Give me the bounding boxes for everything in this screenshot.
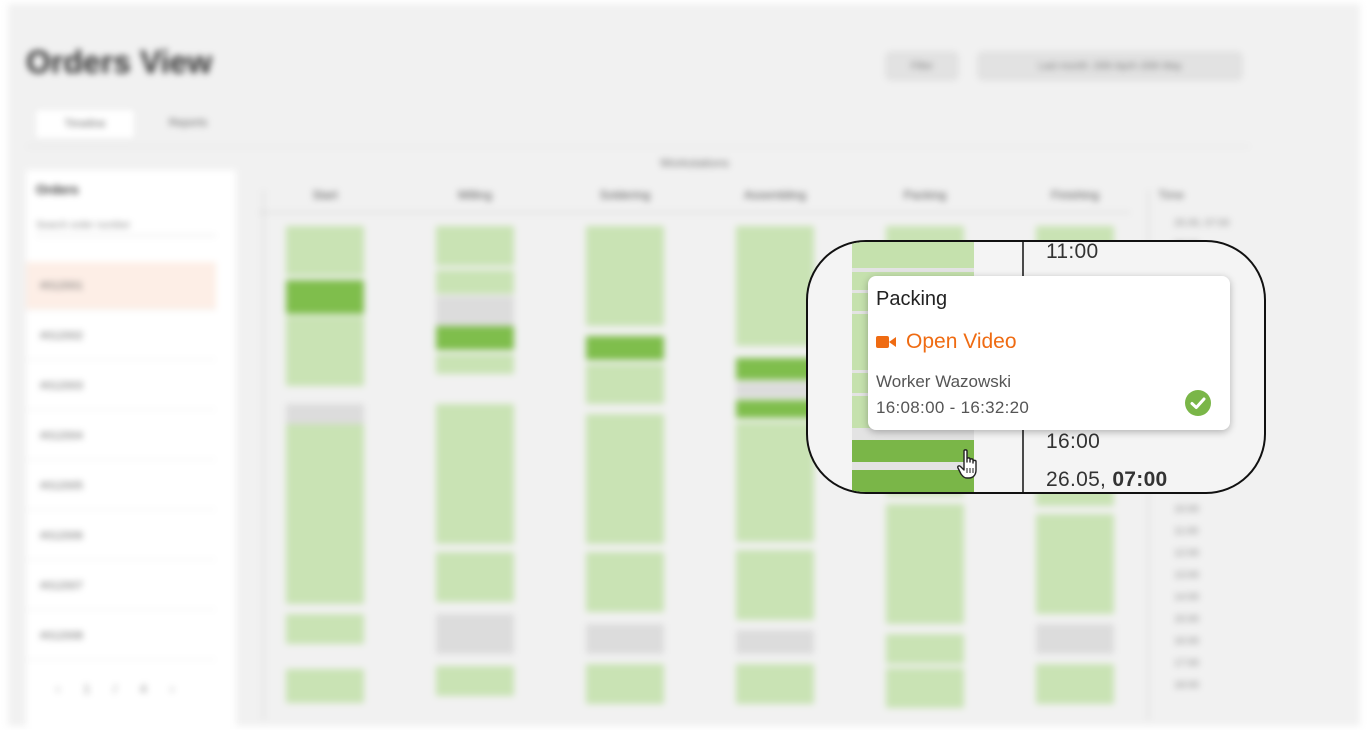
order-row[interactable]: #012003 bbox=[26, 362, 216, 410]
date-label: 26.05, bbox=[1046, 468, 1107, 491]
order-row[interactable]: #012001 bbox=[26, 262, 216, 310]
timeline-block[interactable] bbox=[436, 666, 514, 696]
timeline-block[interactable] bbox=[586, 414, 664, 544]
time-tick: 13:00 bbox=[1174, 570, 1200, 581]
timeline-block[interactable] bbox=[436, 552, 514, 602]
timeline-block[interactable] bbox=[286, 280, 364, 314]
timeline-block[interactable] bbox=[586, 226, 664, 326]
column-header-packing: Packing bbox=[903, 188, 947, 202]
timeline-block[interactable] bbox=[886, 668, 964, 708]
order-row[interactable]: #012004 bbox=[26, 412, 216, 460]
column-header-finishing: Finishing bbox=[1050, 188, 1100, 202]
time-label: 11:00 bbox=[1046, 240, 1099, 263]
timeline-block[interactable] bbox=[436, 354, 514, 374]
column-header-soldering: Soldering bbox=[599, 188, 651, 202]
timeline-block[interactable] bbox=[736, 226, 814, 346]
tab-reports[interactable]: Reports bbox=[148, 108, 228, 138]
order-row[interactable]: #012008 bbox=[26, 612, 216, 660]
timeline-block[interactable] bbox=[886, 634, 964, 664]
task-tooltip: Packing Open Video Worker Wazowski 16:08… bbox=[868, 276, 1230, 430]
timeline-block[interactable] bbox=[586, 364, 664, 404]
orders-pagination[interactable]: ‹ 1 / 4 › bbox=[56, 682, 174, 696]
order-row[interactable]: #012007 bbox=[26, 562, 216, 610]
hand-pointer-icon bbox=[957, 449, 977, 479]
timeline-block[interactable] bbox=[1036, 624, 1114, 654]
column-header-start: Start bbox=[312, 188, 338, 202]
timeline-block[interactable] bbox=[286, 544, 364, 604]
order-search-input[interactable]: Search order number bbox=[36, 220, 216, 236]
column-header-assembling: Assembling bbox=[743, 188, 807, 202]
timeline-block[interactable] bbox=[286, 316, 364, 386]
timeline-block[interactable] bbox=[436, 270, 514, 294]
orders-title: Orders bbox=[36, 182, 79, 197]
timeline-block[interactable] bbox=[286, 614, 364, 644]
timeline-block[interactable] bbox=[886, 504, 964, 624]
time-tick: 18:00 bbox=[1174, 680, 1200, 691]
page-title: Orders View bbox=[26, 44, 213, 80]
order-row[interactable]: #012005 bbox=[26, 462, 216, 510]
timeline-block[interactable] bbox=[736, 630, 814, 654]
timeline-block[interactable] bbox=[286, 669, 364, 703]
time-tick: 16:00 bbox=[1174, 636, 1200, 647]
timeline-block[interactable] bbox=[736, 358, 814, 380]
tab-divider bbox=[26, 146, 1250, 147]
timeline-left-border bbox=[263, 190, 264, 720]
time-label: 07:00 bbox=[1112, 468, 1168, 491]
time-tick: 12:00 bbox=[1174, 548, 1200, 559]
timeline-block[interactable] bbox=[286, 424, 364, 544]
time-tick: 17:00 bbox=[1174, 658, 1200, 669]
timeline-block[interactable] bbox=[286, 404, 364, 424]
timeline-block[interactable] bbox=[736, 664, 814, 704]
tooltip-title: Packing bbox=[876, 288, 948, 310]
time-tick: 10:00 bbox=[1174, 504, 1200, 515]
time-tick: 15:00 bbox=[1174, 614, 1200, 625]
video-camera-icon bbox=[876, 336, 896, 348]
order-row[interactable]: #012002 bbox=[26, 312, 216, 360]
timeline-block[interactable] bbox=[586, 336, 664, 360]
timeline-block[interactable] bbox=[1036, 664, 1114, 704]
timeline-block[interactable] bbox=[586, 552, 664, 612]
filter-button[interactable]: Filter bbox=[886, 52, 958, 80]
workstations-label: Workstations bbox=[660, 156, 730, 170]
timeline-block[interactable] bbox=[436, 614, 514, 654]
timeline-block[interactable] bbox=[736, 400, 814, 418]
time-header: Time bbox=[1158, 188, 1185, 202]
timeline-block[interactable] bbox=[586, 664, 664, 704]
column-header-milling: Milling bbox=[457, 188, 492, 202]
time-tick: 14:00 bbox=[1174, 592, 1200, 603]
timeline-block[interactable] bbox=[586, 624, 664, 654]
worker-name: Worker Wazowski bbox=[876, 372, 1012, 391]
zoom-callout: 11:00 16:00 26.05, 07:00 Packing Open Vi… bbox=[806, 240, 1266, 494]
timeline-block[interactable] bbox=[436, 226, 514, 266]
timeline-block[interactable] bbox=[736, 550, 814, 620]
tab-timeline[interactable]: Timeline bbox=[34, 108, 136, 140]
time-range: 16:08:00 - 16:32:20 bbox=[876, 398, 1030, 417]
timeline-block[interactable] bbox=[736, 422, 814, 542]
orders-panel: Orders Search order number #012001 #0120… bbox=[26, 170, 236, 726]
timeline-bar[interactable] bbox=[852, 242, 974, 268]
timeline-block[interactable] bbox=[436, 296, 514, 326]
date-range-select[interactable]: Last month: 26th April–26th May bbox=[978, 52, 1242, 80]
timeline-block[interactable] bbox=[436, 404, 514, 544]
time-tick: 11:00 bbox=[1174, 526, 1199, 537]
timeline-block[interactable] bbox=[736, 382, 814, 398]
time-tick: 25.05, 07:00 bbox=[1174, 218, 1230, 229]
check-circle-icon bbox=[1185, 390, 1211, 416]
date-time-label: 26.05, 07:00 bbox=[1046, 468, 1168, 492]
timeline-block[interactable] bbox=[1036, 514, 1114, 614]
timeline-block[interactable] bbox=[436, 326, 514, 350]
order-row[interactable]: #012006 bbox=[26, 512, 216, 560]
time-label: 16:00 bbox=[1046, 430, 1101, 453]
open-video-link[interactable]: Open Video bbox=[876, 330, 1017, 354]
timeline-block[interactable] bbox=[286, 226, 364, 276]
header-divider bbox=[258, 212, 1130, 213]
open-video-label: Open Video bbox=[906, 330, 1017, 353]
